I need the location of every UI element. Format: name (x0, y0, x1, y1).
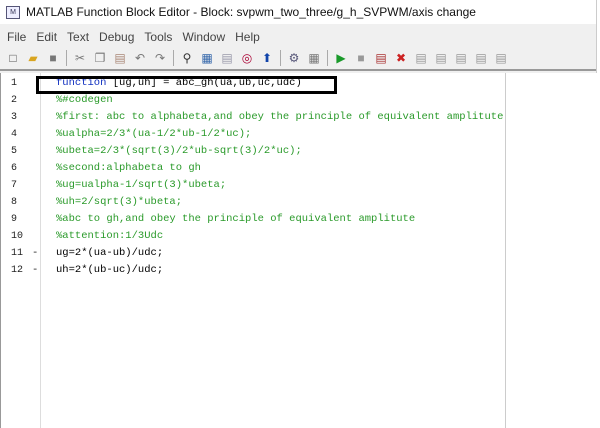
run-icon[interactable]: ▶ (334, 51, 348, 65)
window-title: MATLAB Function Block Editor - Block: sv… (26, 5, 476, 19)
menu-bar: File Edit Text Debug Tools Window Help (0, 26, 596, 47)
toolbar: □ ▰ ■ ✂ ❐ ▤ ↶ ↷ ⚲ ▦ ▤ ◎ ⬆ ⚙ ▦ ▶ ■ ▤ ✖ ▤ ▤ ▤ ▤ ▤ (0, 47, 596, 71)
redo-icon[interactable]: ↷ (153, 51, 167, 65)
menu-tools[interactable]: Tools (144, 30, 172, 44)
doc-icon[interactable]: ▤ (220, 51, 234, 65)
toolbar-separator (327, 50, 328, 66)
build-icon[interactable]: ⚙ (287, 51, 301, 65)
paste-icon[interactable]: ▤ (113, 51, 127, 65)
comment-text: %first: abc to alphabeta,and obey the pr… (56, 111, 504, 123)
code-line[interactable]: 6 %second:alphabeta to gh (1, 160, 501, 177)
code-line[interactable]: 2 %#codegen (1, 92, 501, 109)
line-number: 9 (11, 214, 18, 225)
up-arrow-icon[interactable]: ⬆ (260, 51, 274, 65)
matlab-icon: M (6, 5, 20, 19)
step-icon[interactable]: ▤ (374, 51, 388, 65)
comment-text: %ubeta=2/3*(sqrt(3)/2*ub-sqrt(3)/2*uc); (56, 145, 302, 157)
save-icon[interactable]: ■ (46, 51, 60, 65)
code-text: ug=2*(ua-ub)/udc; (56, 247, 164, 259)
line-number: 7 (11, 180, 18, 191)
menu-help[interactable]: Help (235, 30, 260, 44)
code-line[interactable]: 12- uh=2*(ub-uc)/udc; (1, 262, 501, 279)
right-margin-line (505, 73, 506, 428)
line-number: 10 (11, 231, 24, 242)
breakpoint-marker[interactable]: - (32, 245, 38, 262)
stack-icon[interactable]: ▤ (474, 51, 488, 65)
comment-text: %ualpha=2/3*(ua-1/2*ub-1/2*uc); (56, 128, 252, 140)
code-line[interactable]: 4 %ualpha=2/3*(ua-1/2*ub-1/2*uc); (1, 126, 501, 143)
code-line[interactable]: 5 %ubeta=2/3*(sqrt(3)/2*ub-sqrt(3)/2*uc); (1, 143, 501, 160)
new-icon[interactable]: □ (6, 51, 20, 65)
code-line[interactable]: 11- ug=2*(ua-ub)/udc; (1, 245, 501, 262)
line-number: 12 (11, 265, 24, 276)
undo-icon[interactable]: ↶ (133, 51, 147, 65)
line-number: 1 (11, 78, 18, 89)
menu-text[interactable]: Text (67, 30, 89, 44)
continue-icon[interactable]: ▤ (454, 51, 468, 65)
highlight-box (36, 76, 337, 94)
toolbar-separator (280, 50, 281, 66)
comment-text: %#codegen (56, 94, 113, 106)
menu-edit[interactable]: Edit (36, 30, 57, 44)
code-line[interactable]: 10 %attention:1/3Udc (1, 228, 501, 245)
open-icon[interactable]: ▰ (26, 51, 40, 65)
menu-file[interactable]: File (7, 30, 26, 44)
cut-icon[interactable]: ✂ (73, 51, 87, 65)
menu-window[interactable]: Window (182, 30, 225, 44)
comment-text: %attention:1/3Udc (56, 230, 164, 242)
code-text: uh=2*(ub-uc)/udc; (56, 264, 164, 276)
comment-text: %second:alphabeta to gh (56, 162, 201, 174)
breakpoint-marker[interactable]: - (32, 262, 38, 279)
target-icon[interactable]: ◎ (240, 51, 254, 65)
comment-text: %abc to gh,and obey the principle of equ… (56, 213, 416, 225)
line-number: 8 (11, 197, 18, 208)
line-number: 5 (11, 146, 18, 157)
menu-debug[interactable]: Debug (99, 30, 134, 44)
comment-text: %uh=2/sqrt(3)*ubeta; (56, 196, 183, 208)
calendar-icon[interactable]: ▦ (307, 51, 321, 65)
line-number: 6 (11, 163, 18, 174)
toolbar-separator (66, 50, 67, 66)
editor-window: M MATLAB Function Block Editor - Block: … (0, 0, 597, 428)
code-line[interactable]: 9 %abc to gh,and obey the principle of eq… (1, 211, 501, 228)
copy-icon[interactable]: ❐ (93, 51, 107, 65)
title-bar: M MATLAB Function Block Editor - Block: … (0, 0, 596, 24)
line-number: 3 (11, 112, 18, 123)
step-out-icon[interactable]: ▤ (434, 51, 448, 65)
line-number: 11 (11, 248, 24, 259)
find-icon[interactable]: ⚲ (180, 51, 194, 65)
explore-icon[interactable]: ▤ (494, 51, 508, 65)
code-line[interactable]: 3 %first: abc to alphabeta,and obey the p… (1, 109, 504, 126)
line-number: 4 (11, 129, 18, 140)
code-line[interactable]: 8 %uh=2/sqrt(3)*ubeta; (1, 194, 501, 211)
toolbar-separator (173, 50, 174, 66)
line-number: 2 (11, 95, 18, 106)
code-editor[interactable]: 1 function [ug,uh] = abc_gh(ua,ub,uc,udc)… (0, 73, 597, 428)
goto-icon[interactable]: ▦ (200, 51, 214, 65)
clear-breakpoint-icon[interactable]: ✖ (394, 51, 408, 65)
step-in-icon[interactable]: ▤ (414, 51, 428, 65)
comment-text: %ug=ualpha-1/sqrt(3)*ubeta; (56, 179, 227, 191)
stop-icon[interactable]: ■ (354, 51, 368, 65)
code-line[interactable]: 7 %ug=ualpha-1/sqrt(3)*ubeta; (1, 177, 501, 194)
